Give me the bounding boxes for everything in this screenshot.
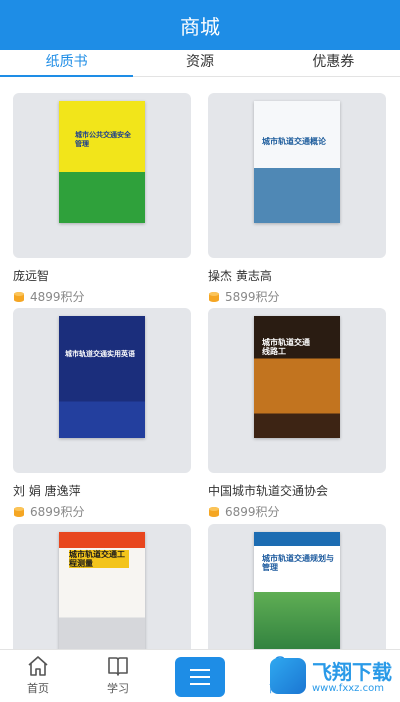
tab-bar: 纸质书 资源 优惠券 [0,50,400,77]
cover-title: 城市轨道交通概论 [262,137,326,146]
cover-image [254,592,340,649]
page-title: 商城 [180,14,220,39]
book-cover-frame[interactable]: 城市轨道交通线路工 [208,308,386,473]
nav-home[interactable]: 首页 [8,654,68,696]
book-author: 操杰 黄志高 [208,269,272,283]
watermark-title: 飞翔下载 [312,660,392,684]
book-cover-frame[interactable]: 城市轨道交通实用英语 [13,308,191,473]
book-price: 6899积分 [208,503,280,520]
coin-icon [209,506,219,517]
menu-icon [190,669,210,685]
price-value: 4899积分 [30,290,85,304]
cover-title: 城市轨道交通工程测量 [69,550,129,568]
book-icon [108,657,128,676]
book-cover: 城市轨道交通工程测量 [59,532,145,649]
book-price: 6899积分 [13,503,85,520]
watermark-url: www.fxxz.com [312,683,384,694]
cover-title: 城市轨道交通实用英语 [65,350,135,358]
tab-coupons[interactable]: 优惠券 [267,50,400,76]
coin-icon [209,291,219,302]
book-card[interactable]: 城市轨道交通规划与管理 [208,524,386,649]
center-menu-button[interactable] [175,657,225,697]
cover-title: 城市轨道交通线路工 [262,338,310,356]
book-card[interactable]: 城市轨道交通实用英语 刘 娟 唐逸萍 6899积分 [13,308,191,519]
coin-icon [14,291,24,302]
book-cover-frame[interactable]: 城市公共交通安全管理 [13,93,191,258]
cover-band [254,532,340,546]
coin-icon [14,506,24,517]
book-cover: 城市轨道交通规划与管理 [254,532,340,649]
book-cover: 城市轨道交通线路工 [254,316,340,438]
app-header: 商城 [0,0,400,50]
nav-home-label: 首页 [27,682,49,695]
cover-title: 城市公共交通安全管理 [75,131,131,148]
book-card[interactable]: 城市轨道交通工程测量 [13,524,191,649]
book-cover: 城市轨道交通概论 [254,101,340,223]
cover-title: 城市轨道交通规划与管理 [262,554,334,572]
book-card[interactable]: 城市轨道交通线路工 中国城市轨道交通协会 6899积分 [208,308,386,519]
tab-resources[interactable]: 资源 [133,50,266,76]
book-grid: 城市公共交通安全管理 庞远智 4899积分 城市轨道交通概论 操杰 黄志高 58… [0,77,400,649]
book-cover-frame[interactable]: 城市轨道交通规划与管理 [208,524,386,649]
book-author: 刘 娟 唐逸萍 [13,484,81,498]
tab-paper-books[interactable]: 纸质书 [0,50,134,77]
watermark: 飞翔下载 www.fxxz.com [268,654,398,698]
book-cover: 城市轨道交通实用英语 [59,316,145,438]
cover-band [59,532,145,548]
price-value: 5899积分 [225,290,280,304]
book-cover-frame[interactable]: 城市轨道交通工程测量 [13,524,191,649]
book-cover: 城市公共交通安全管理 [59,101,145,223]
price-value: 6899积分 [225,505,280,519]
book-author: 庞远智 [13,269,50,283]
home-icon [28,656,48,676]
book-cover-frame[interactable]: 城市轨道交通概论 [208,93,386,258]
watermark-logo [270,658,306,694]
book-card[interactable]: 城市轨道交通概论 操杰 黄志高 5899积分 [208,93,386,304]
book-price: 4899积分 [13,288,85,305]
book-price: 5899积分 [208,288,280,305]
nav-study-label: 学习 [107,682,129,695]
book-author: 中国城市轨道交通协会 [208,484,329,498]
book-card[interactable]: 城市公共交通安全管理 庞远智 4899积分 [13,93,191,304]
nav-study[interactable]: 学习 [88,654,148,696]
price-value: 6899积分 [30,505,85,519]
